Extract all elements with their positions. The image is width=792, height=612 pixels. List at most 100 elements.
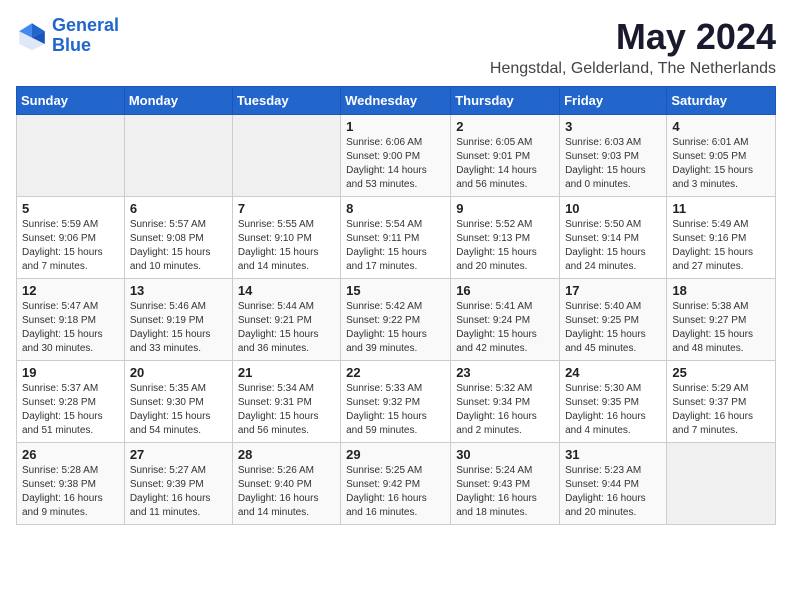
day-number: 11 xyxy=(672,201,770,216)
day-number: 24 xyxy=(565,365,661,380)
calendar-header-tuesday: Tuesday xyxy=(232,87,340,115)
calendar-cell xyxy=(17,115,125,197)
day-detail: Sunrise: 5:24 AM Sunset: 9:43 PM Dayligh… xyxy=(456,464,554,520)
day-number: 27 xyxy=(130,447,227,462)
calendar-cell: 13 Sunrise: 5:46 AM Sunset: 9:19 PM Dayli… xyxy=(124,279,232,361)
day-number: 22 xyxy=(346,365,445,380)
day-number: 21 xyxy=(238,365,335,380)
day-detail: Sunrise: 5:33 AM Sunset: 9:32 PM Dayligh… xyxy=(346,382,445,438)
calendar-cell: 18Sunrise: 5:38 AM Sunset: 9:27 PM Dayli… xyxy=(667,279,776,361)
calendar-table: SundayMondayTuesdayWednesdayThursdayFrid… xyxy=(16,86,776,525)
calendar-cell: 15Sunrise: 5:42 AM Sunset: 9:22 PM Dayli… xyxy=(341,279,451,361)
day-detail: Sunrise: 5:54 AM Sunset: 9:11 PM Dayligh… xyxy=(346,218,445,274)
logo-line2: Blue xyxy=(52,35,91,55)
calendar-cell xyxy=(232,115,340,197)
day-detail: Sunrise: 5:40 AM Sunset: 9:25 PM Dayligh… xyxy=(565,300,661,356)
day-number: 19 xyxy=(22,365,119,380)
day-number: 17 xyxy=(565,283,661,298)
day-number: 12 xyxy=(22,283,119,298)
day-detail: Sunrise: 5:46 AM Sunset: 9:19 PM Dayligh… xyxy=(130,300,227,356)
day-number: 4 xyxy=(672,119,770,134)
calendar-cell: 14 Sunrise: 5:44 AM Sunset: 9:21 PM Dayli… xyxy=(232,279,340,361)
day-detail: Sunrise: 5:59 AM Sunset: 9:06 PM Dayligh… xyxy=(22,218,119,274)
day-number: 20 xyxy=(130,365,227,380)
calendar-cell: 28 Sunrise: 5:26 AM Sunset: 9:40 PM Dayli… xyxy=(232,443,340,525)
calendar-cell: 27 Sunrise: 5:27 AM Sunset: 9:39 PM Dayli… xyxy=(124,443,232,525)
calendar-week-4: 19Sunrise: 5:37 AM Sunset: 9:28 PM Dayli… xyxy=(17,361,776,443)
logo: General Blue xyxy=(16,16,119,56)
day-detail: Sunrise: 5:38 AM Sunset: 9:27 PM Dayligh… xyxy=(672,300,770,356)
calendar-cell: 24 Sunrise: 5:30 AM Sunset: 9:35 PM Dayli… xyxy=(560,361,667,443)
day-number: 10 xyxy=(565,201,661,216)
calendar-cell: 12 Sunrise: 5:47 AM Sunset: 9:18 PM Dayli… xyxy=(17,279,125,361)
day-detail: Sunrise: 5:52 AM Sunset: 9:13 PM Dayligh… xyxy=(456,218,554,274)
calendar-header-thursday: Thursday xyxy=(451,87,560,115)
subtitle: Hengstdal, Gelderland, The Netherlands xyxy=(490,60,776,78)
day-number: 1 xyxy=(346,119,445,134)
calendar-cell: 6Sunrise: 5:57 AM Sunset: 9:08 PM Daylig… xyxy=(124,197,232,279)
day-number: 13 xyxy=(130,283,227,298)
day-number: 16 xyxy=(456,283,554,298)
day-detail: Sunrise: 5:44 AM Sunset: 9:21 PM Dayligh… xyxy=(238,300,335,356)
day-detail: Sunrise: 6:05 AM Sunset: 9:01 PM Dayligh… xyxy=(456,136,554,192)
day-detail: Sunrise: 5:27 AM Sunset: 9:39 PM Dayligh… xyxy=(130,464,227,520)
calendar-header-saturday: Saturday xyxy=(667,87,776,115)
day-detail: Sunrise: 5:28 AM Sunset: 9:38 PM Dayligh… xyxy=(22,464,119,520)
day-number: 29 xyxy=(346,447,445,462)
calendar-cell: 8 Sunrise: 5:54 AM Sunset: 9:11 PM Daylig… xyxy=(341,197,451,279)
calendar-cell: 21 Sunrise: 5:34 AM Sunset: 9:31 PM Dayli… xyxy=(232,361,340,443)
day-detail: Sunrise: 5:34 AM Sunset: 9:31 PM Dayligh… xyxy=(238,382,335,438)
day-number: 2 xyxy=(456,119,554,134)
day-detail: Sunrise: 5:50 AM Sunset: 9:14 PM Dayligh… xyxy=(565,218,661,274)
day-number: 7 xyxy=(238,201,335,216)
logo-text: General Blue xyxy=(52,16,119,56)
calendar-week-3: 12 Sunrise: 5:47 AM Sunset: 9:18 PM Dayli… xyxy=(17,279,776,361)
day-number: 15 xyxy=(346,283,445,298)
calendar-cell: 22 Sunrise: 5:33 AM Sunset: 9:32 PM Dayli… xyxy=(341,361,451,443)
calendar-week-1: 1 Sunrise: 6:06 AM Sunset: 9:00 PM Daylig… xyxy=(17,115,776,197)
logo-icon xyxy=(16,20,48,52)
day-detail: Sunrise: 5:25 AM Sunset: 9:42 PM Dayligh… xyxy=(346,464,445,520)
calendar-cell: 29 Sunrise: 5:25 AM Sunset: 9:42 PM Dayli… xyxy=(341,443,451,525)
day-detail: Sunrise: 6:03 AM Sunset: 9:03 PM Dayligh… xyxy=(565,136,661,192)
calendar-cell: 3 Sunrise: 6:03 AM Sunset: 9:03 PM Daylig… xyxy=(560,115,667,197)
day-detail: Sunrise: 5:35 AM Sunset: 9:30 PM Dayligh… xyxy=(130,382,227,438)
calendar-header-friday: Friday xyxy=(560,87,667,115)
day-number: 14 xyxy=(238,283,335,298)
day-number: 28 xyxy=(238,447,335,462)
calendar-header-sunday: Sunday xyxy=(17,87,125,115)
calendar-cell: 7 Sunrise: 5:55 AM Sunset: 9:10 PM Daylig… xyxy=(232,197,340,279)
day-detail: Sunrise: 5:49 AM Sunset: 9:16 PM Dayligh… xyxy=(672,218,770,274)
day-detail: Sunrise: 5:23 AM Sunset: 9:44 PM Dayligh… xyxy=(565,464,661,520)
calendar-cell xyxy=(124,115,232,197)
day-number: 31 xyxy=(565,447,661,462)
main-title: May 2024 xyxy=(490,16,776,58)
calendar-cell: 11 Sunrise: 5:49 AM Sunset: 9:16 PM Dayli… xyxy=(667,197,776,279)
calendar-cell: 2 Sunrise: 6:05 AM Sunset: 9:01 PM Daylig… xyxy=(451,115,560,197)
calendar-cell: 20 Sunrise: 5:35 AM Sunset: 9:30 PM Dayli… xyxy=(124,361,232,443)
calendar-cell: 9Sunrise: 5:52 AM Sunset: 9:13 PM Daylig… xyxy=(451,197,560,279)
calendar-cell: 31 Sunrise: 5:23 AM Sunset: 9:44 PM Dayli… xyxy=(560,443,667,525)
day-number: 8 xyxy=(346,201,445,216)
calendar-cell: 17 Sunrise: 5:40 AM Sunset: 9:25 PM Dayli… xyxy=(560,279,667,361)
calendar-cell: 4Sunrise: 6:01 AM Sunset: 9:05 PM Daylig… xyxy=(667,115,776,197)
day-number: 3 xyxy=(565,119,661,134)
day-detail: Sunrise: 5:32 AM Sunset: 9:34 PM Dayligh… xyxy=(456,382,554,438)
day-number: 6 xyxy=(130,201,227,216)
day-detail: Sunrise: 5:55 AM Sunset: 9:10 PM Dayligh… xyxy=(238,218,335,274)
day-number: 30 xyxy=(456,447,554,462)
calendar-cell: 25Sunrise: 5:29 AM Sunset: 9:37 PM Dayli… xyxy=(667,361,776,443)
day-number: 5 xyxy=(22,201,119,216)
day-detail: Sunrise: 5:47 AM Sunset: 9:18 PM Dayligh… xyxy=(22,300,119,356)
calendar-header-wednesday: Wednesday xyxy=(341,87,451,115)
calendar-cell: 16Sunrise: 5:41 AM Sunset: 9:24 PM Dayli… xyxy=(451,279,560,361)
calendar-cell: 5 Sunrise: 5:59 AM Sunset: 9:06 PM Daylig… xyxy=(17,197,125,279)
calendar-week-5: 26 Sunrise: 5:28 AM Sunset: 9:38 PM Dayli… xyxy=(17,443,776,525)
calendar-cell: 1 Sunrise: 6:06 AM Sunset: 9:00 PM Daylig… xyxy=(341,115,451,197)
calendar-header-monday: Monday xyxy=(124,87,232,115)
day-detail: Sunrise: 5:26 AM Sunset: 9:40 PM Dayligh… xyxy=(238,464,335,520)
day-detail: Sunrise: 6:06 AM Sunset: 9:00 PM Dayligh… xyxy=(346,136,445,192)
day-detail: Sunrise: 5:30 AM Sunset: 9:35 PM Dayligh… xyxy=(565,382,661,438)
day-number: 26 xyxy=(22,447,119,462)
calendar-header-row: SundayMondayTuesdayWednesdayThursdayFrid… xyxy=(17,87,776,115)
